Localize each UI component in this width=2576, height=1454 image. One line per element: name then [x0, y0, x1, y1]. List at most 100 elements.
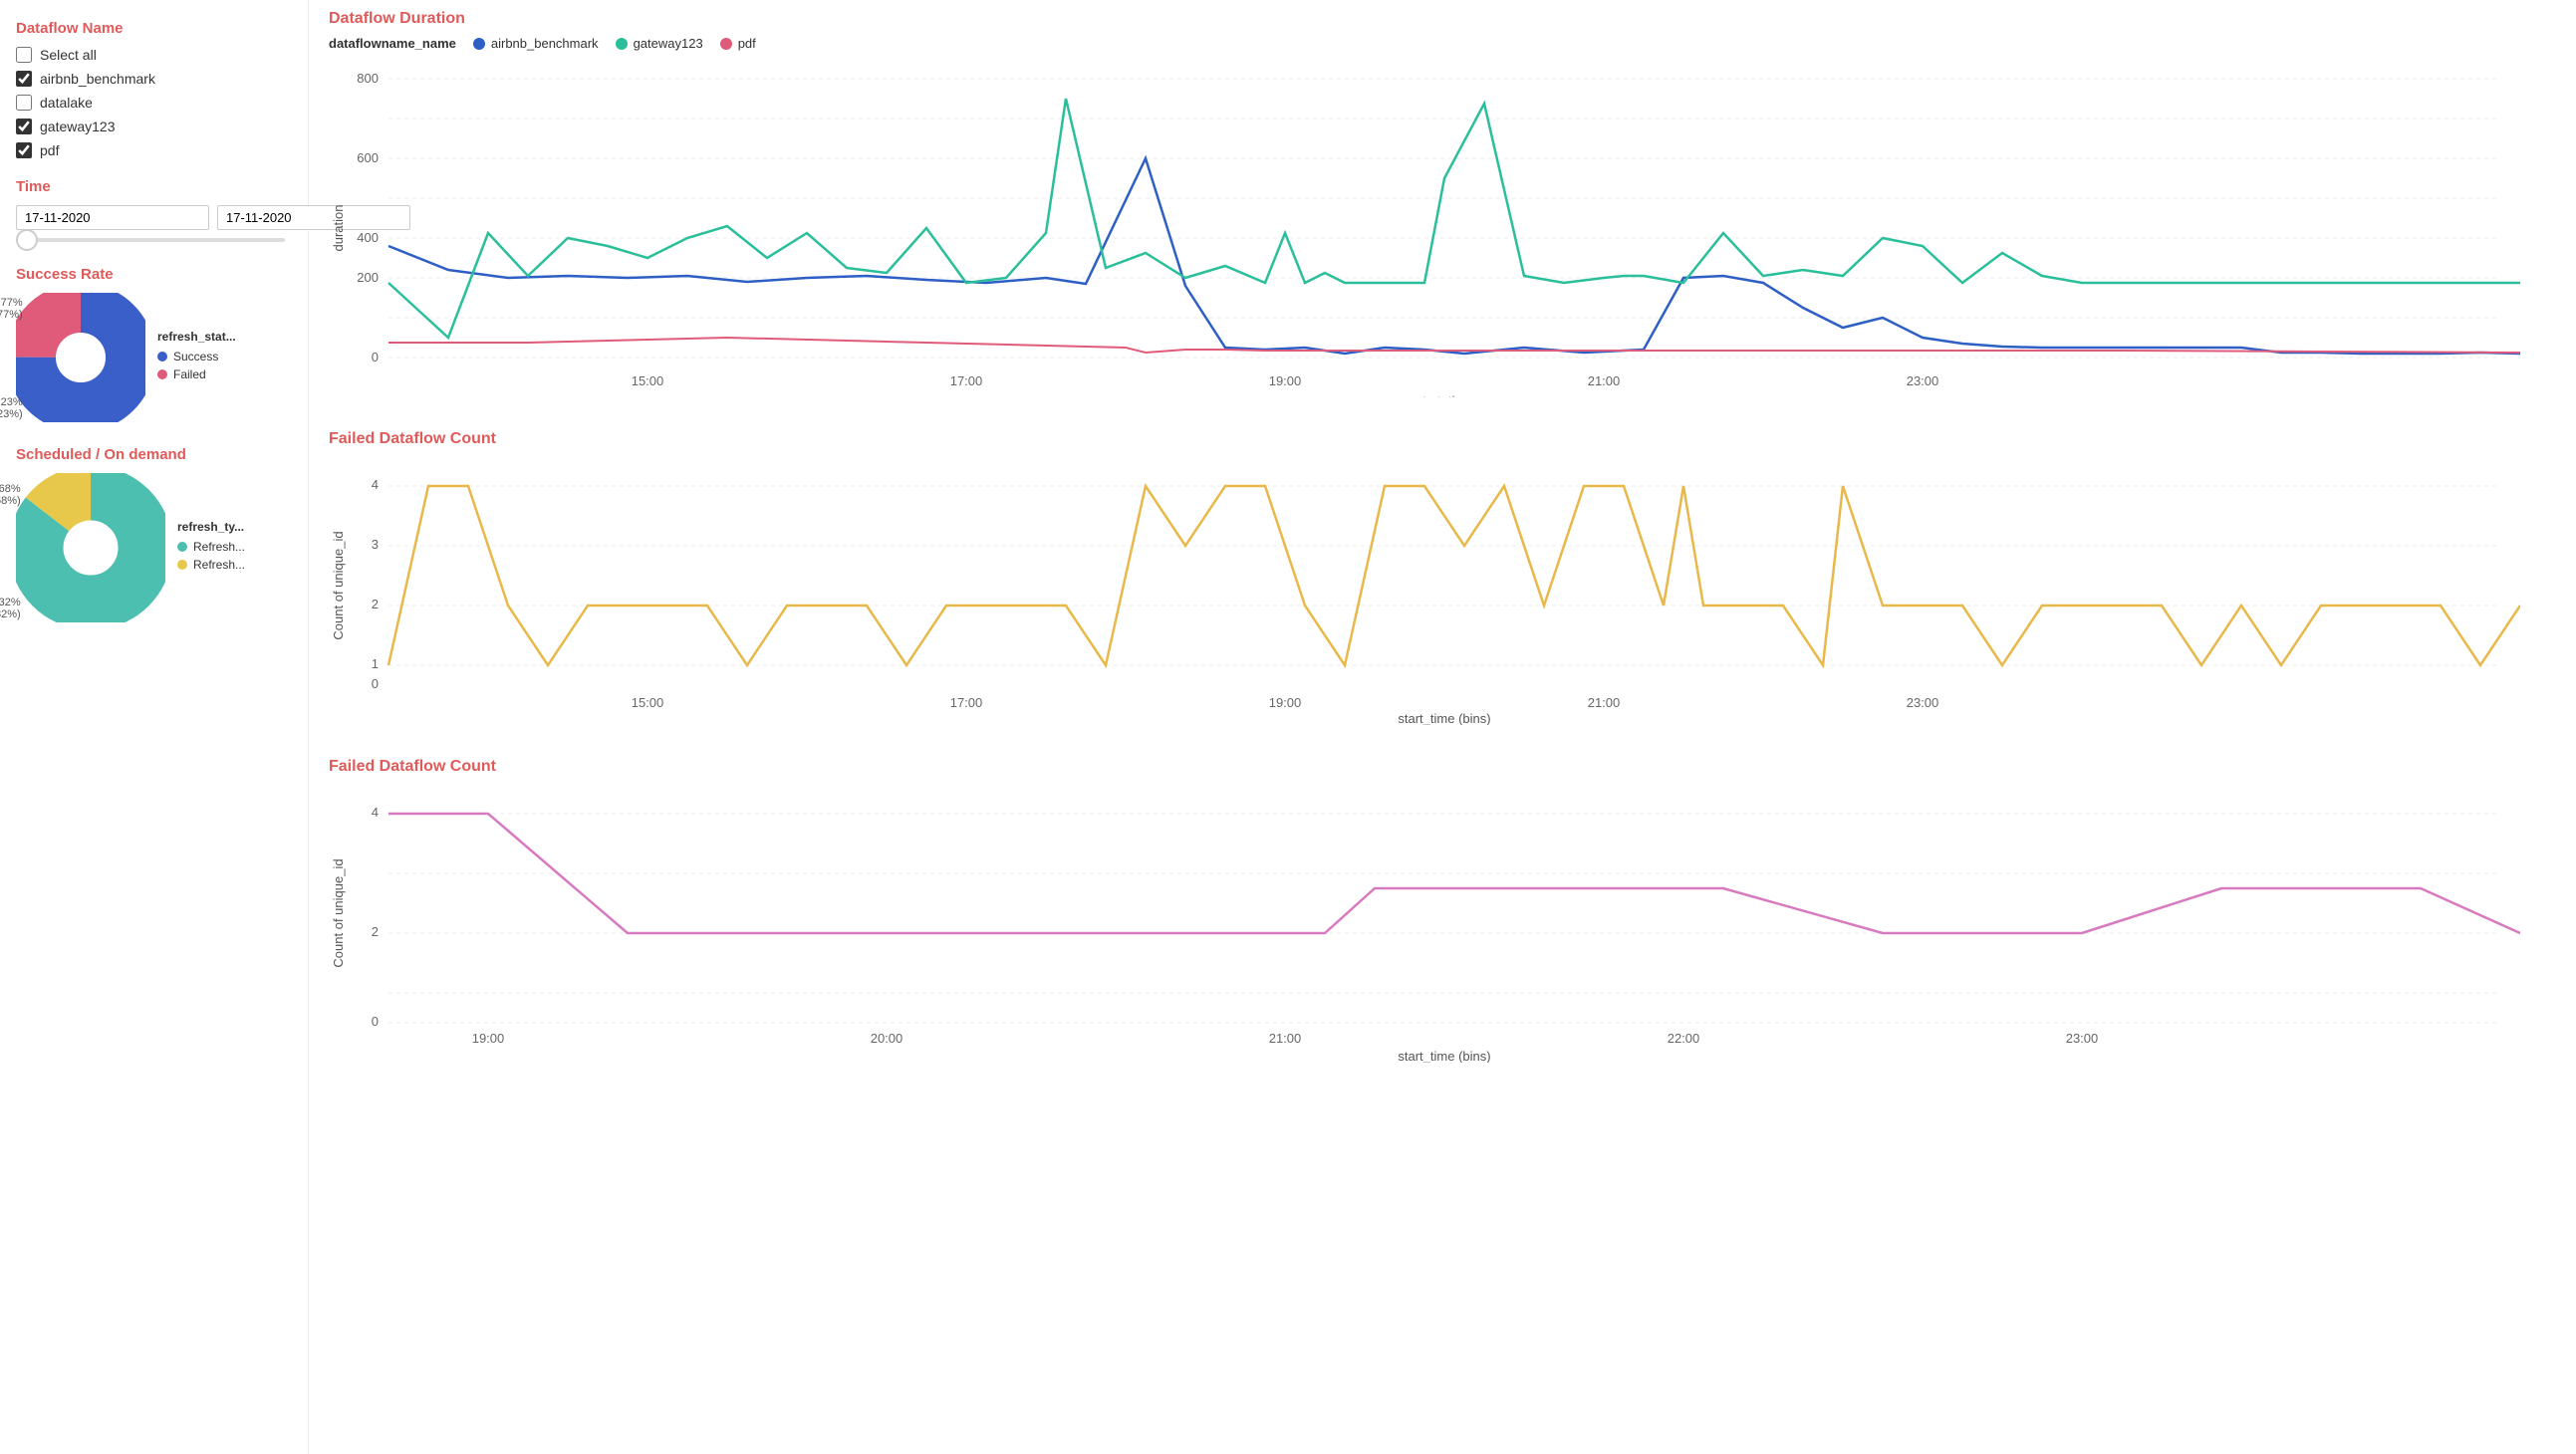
main-content: Dataflow Duration dataflowname_name airb…: [309, 0, 2576, 1454]
svg-text:0: 0: [372, 676, 379, 691]
legend-refresh-teal-dot: [177, 542, 187, 552]
svg-text:0: 0: [372, 1014, 379, 1029]
slider-track: [16, 238, 285, 242]
failed-count-title2: Failed Dataflow Count: [329, 758, 2556, 776]
legend-refresh-teal-label: Refresh...: [193, 540, 245, 554]
success-rate-pie-container: 24,77%(24,77%) 75,23%(75,23%) refresh_st…: [16, 293, 292, 422]
svg-text:4: 4: [372, 477, 379, 492]
duration-legend-label: dataflowname_name: [329, 36, 456, 51]
success-rate-pie: 24,77%(24,77%) 75,23%(75,23%): [16, 293, 145, 422]
svg-text:start_time (bins): start_time (bins): [1398, 1049, 1490, 1063]
failed-count-chart2: Failed Dataflow Count 4 2 0 Count of uni…: [329, 758, 2556, 1066]
svg-text:15:00: 15:00: [632, 695, 664, 710]
time-inputs: [16, 205, 292, 230]
slider-thumb[interactable]: [16, 229, 38, 251]
pie-success-label: 75,23%(75,23%): [0, 396, 23, 420]
legend-success-dot: [157, 352, 167, 362]
scheduled-legend-title: refresh_ty...: [177, 520, 245, 534]
legend-refresh-teal: Refresh...: [177, 540, 245, 554]
checkbox-datalake-label: datalake: [40, 95, 93, 111]
svg-text:400: 400: [357, 230, 379, 245]
svg-text:800: 800: [357, 71, 379, 86]
checkbox-datalake-input[interactable]: [16, 95, 32, 111]
svg-text:22:00: 22:00: [1668, 1031, 1700, 1046]
svg-text:2: 2: [372, 924, 379, 939]
legend-success: Success: [157, 350, 236, 364]
sidebar: Dataflow Name Select all airbnb_benchmar…: [0, 0, 309, 1454]
scheduled-legend: refresh_ty... Refresh... Refresh...: [177, 520, 245, 576]
svg-text:19:00: 19:00: [1269, 373, 1302, 388]
legend-refresh-yellow: Refresh...: [177, 558, 245, 572]
checkbox-pdf-label: pdf: [40, 142, 59, 158]
scheduled-pie: 14,68%(14,68%) 85,32%(85,32%): [16, 473, 165, 622]
svg-text:21:00: 21:00: [1588, 695, 1621, 710]
scheduled-pie-container: 14,68%(14,68%) 85,32%(85,32%) refresh_ty…: [16, 473, 292, 622]
legend-gateway-text: gateway123: [634, 36, 703, 51]
svg-text:Count of unique_id: Count of unique_id: [331, 858, 346, 967]
legend-airbnb: airbnb_benchmark: [472, 36, 599, 51]
svg-text:200: 200: [357, 270, 379, 285]
checkbox-datalake[interactable]: datalake: [16, 95, 292, 111]
time-section: Time: [16, 178, 292, 242]
success-rate-legend: refresh_stat... Success Failed: [157, 330, 236, 385]
svg-text:23:00: 23:00: [1907, 695, 1939, 710]
scheduled-section: Scheduled / On demand 14,68%(14,68%) 85,…: [16, 446, 292, 622]
svg-text:21:00: 21:00: [1588, 373, 1621, 388]
legend-refresh-yellow-dot: [177, 560, 187, 570]
svg-text:23:00: 23:00: [2066, 1031, 2099, 1046]
svg-text:duration: duration: [331, 205, 346, 252]
failed-count-area2: 4 2 0 Count of unique_id 19:00 20:00 21:…: [329, 784, 2556, 1066]
failed-count-title1: Failed Dataflow Count: [329, 430, 2556, 448]
svg-text:19:00: 19:00: [1269, 695, 1302, 710]
checkbox-select-all[interactable]: Select all: [16, 47, 292, 63]
svg-text:2: 2: [372, 597, 379, 611]
failed-count-svg2: 4 2 0 Count of unique_id 19:00 20:00 21:…: [329, 784, 2520, 1063]
success-legend-title: refresh_stat...: [157, 330, 236, 344]
legend-refresh-yellow-label: Refresh...: [193, 558, 245, 572]
duration-chart-area: 800 600 400 200 0 duration 15:00 17:00 1…: [329, 59, 2556, 400]
svg-text:0: 0: [372, 350, 379, 364]
checkbox-airbnb-label: airbnb_benchmark: [40, 71, 155, 87]
svg-text:600: 600: [357, 150, 379, 165]
svg-text:19:00: 19:00: [472, 1031, 505, 1046]
checkbox-gateway123[interactable]: gateway123: [16, 119, 292, 134]
svg-text:17:00: 17:00: [950, 373, 983, 388]
svg-text:15:00: 15:00: [632, 373, 664, 388]
svg-text:Count of unique_id: Count of unique_id: [331, 531, 346, 639]
time-start-input[interactable]: [16, 205, 209, 230]
pie-scheduled-teal-label: 85,32%(85,32%): [0, 597, 21, 620]
dataflow-section-title: Dataflow Name: [16, 20, 292, 37]
checkbox-gateway123-label: gateway123: [40, 119, 116, 134]
legend-success-label: Success: [173, 350, 218, 364]
success-rate-section: Success Rate 24,77%(24,77%) 75,23%(75,23…: [16, 266, 292, 422]
svg-text:21:00: 21:00: [1269, 1031, 1302, 1046]
scheduled-title: Scheduled / On demand: [16, 446, 292, 463]
legend-failed-dot: [157, 369, 167, 379]
duration-svg: 800 600 400 200 0 duration 15:00 17:00 1…: [329, 59, 2520, 397]
duration-chart-block: Dataflow Duration dataflowname_name airb…: [329, 10, 2556, 400]
svg-text:23:00: 23:00: [1907, 373, 1939, 388]
checkbox-airbnb-input[interactable]: [16, 71, 32, 87]
svg-text:20:00: 20:00: [871, 1031, 903, 1046]
svg-text:17:00: 17:00: [950, 695, 983, 710]
duration-legend: dataflowname_name airbnb_benchmark gatew…: [329, 36, 2556, 51]
failed-count-svg1: 4 3 2 1 0 Count of unique_id 15:00 17:00…: [329, 456, 2520, 725]
checkbox-airbnb[interactable]: airbnb_benchmark: [16, 71, 292, 87]
legend-failed-label: Failed: [173, 367, 206, 381]
checkbox-pdf-input[interactable]: [16, 142, 32, 158]
legend-gateway: gateway123: [615, 36, 703, 51]
svg-text:3: 3: [372, 537, 379, 552]
checkbox-list: Select all airbnb_benchmark datalake gat…: [16, 47, 292, 158]
checkbox-gateway123-input[interactable]: [16, 119, 32, 134]
pie-scheduled-yellow-label: 14,68%(14,68%): [0, 483, 21, 507]
success-rate-title: Success Rate: [16, 266, 292, 283]
svg-text:1: 1: [372, 656, 379, 671]
legend-pdf-text: pdf: [738, 36, 756, 51]
legend-pdf: pdf: [719, 36, 756, 51]
checkbox-pdf[interactable]: pdf: [16, 142, 292, 158]
failed-count-chart1: Failed Dataflow Count 4 3 2 1 0 Count of…: [329, 430, 2556, 728]
duration-chart-title: Dataflow Duration: [329, 10, 2556, 28]
svg-text:4: 4: [372, 805, 379, 820]
svg-text:start_time: start_time: [1416, 393, 1472, 397]
checkbox-select-all-input[interactable]: [16, 47, 32, 63]
